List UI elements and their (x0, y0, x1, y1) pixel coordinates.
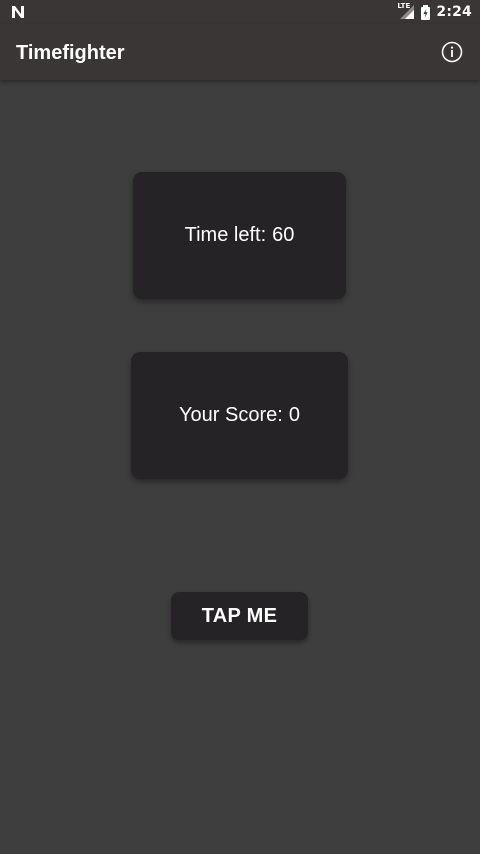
app-title: Timefighter (16, 42, 125, 64)
score-label: Your Score: (179, 404, 283, 426)
lte-label: LTE (397, 2, 411, 10)
battery-charging-icon (421, 4, 431, 20)
info-button[interactable] (440, 40, 464, 64)
tap-me-button[interactable]: TAP ME (171, 592, 308, 640)
n-notification-icon (12, 6, 24, 18)
status-clock: 2:24 (436, 4, 472, 20)
time-left-text: Time left: 60 (185, 224, 295, 247)
score-text: Your Score: 0 (179, 404, 300, 427)
info-icon (441, 41, 463, 63)
score-card: Your Score: 0 (131, 352, 348, 479)
time-left-label: Time left: (184, 224, 267, 246)
score-value: 0 (288, 404, 300, 426)
status-bar: LTE 2:24 (0, 0, 480, 24)
time-left-card: Time left: 60 (133, 172, 346, 299)
app-bar: Timefighter (0, 24, 480, 80)
status-icons: LTE 2:24 (397, 0, 472, 24)
cellular-signal-icon: LTE (397, 2, 415, 20)
time-left-value: 60 (272, 224, 295, 246)
